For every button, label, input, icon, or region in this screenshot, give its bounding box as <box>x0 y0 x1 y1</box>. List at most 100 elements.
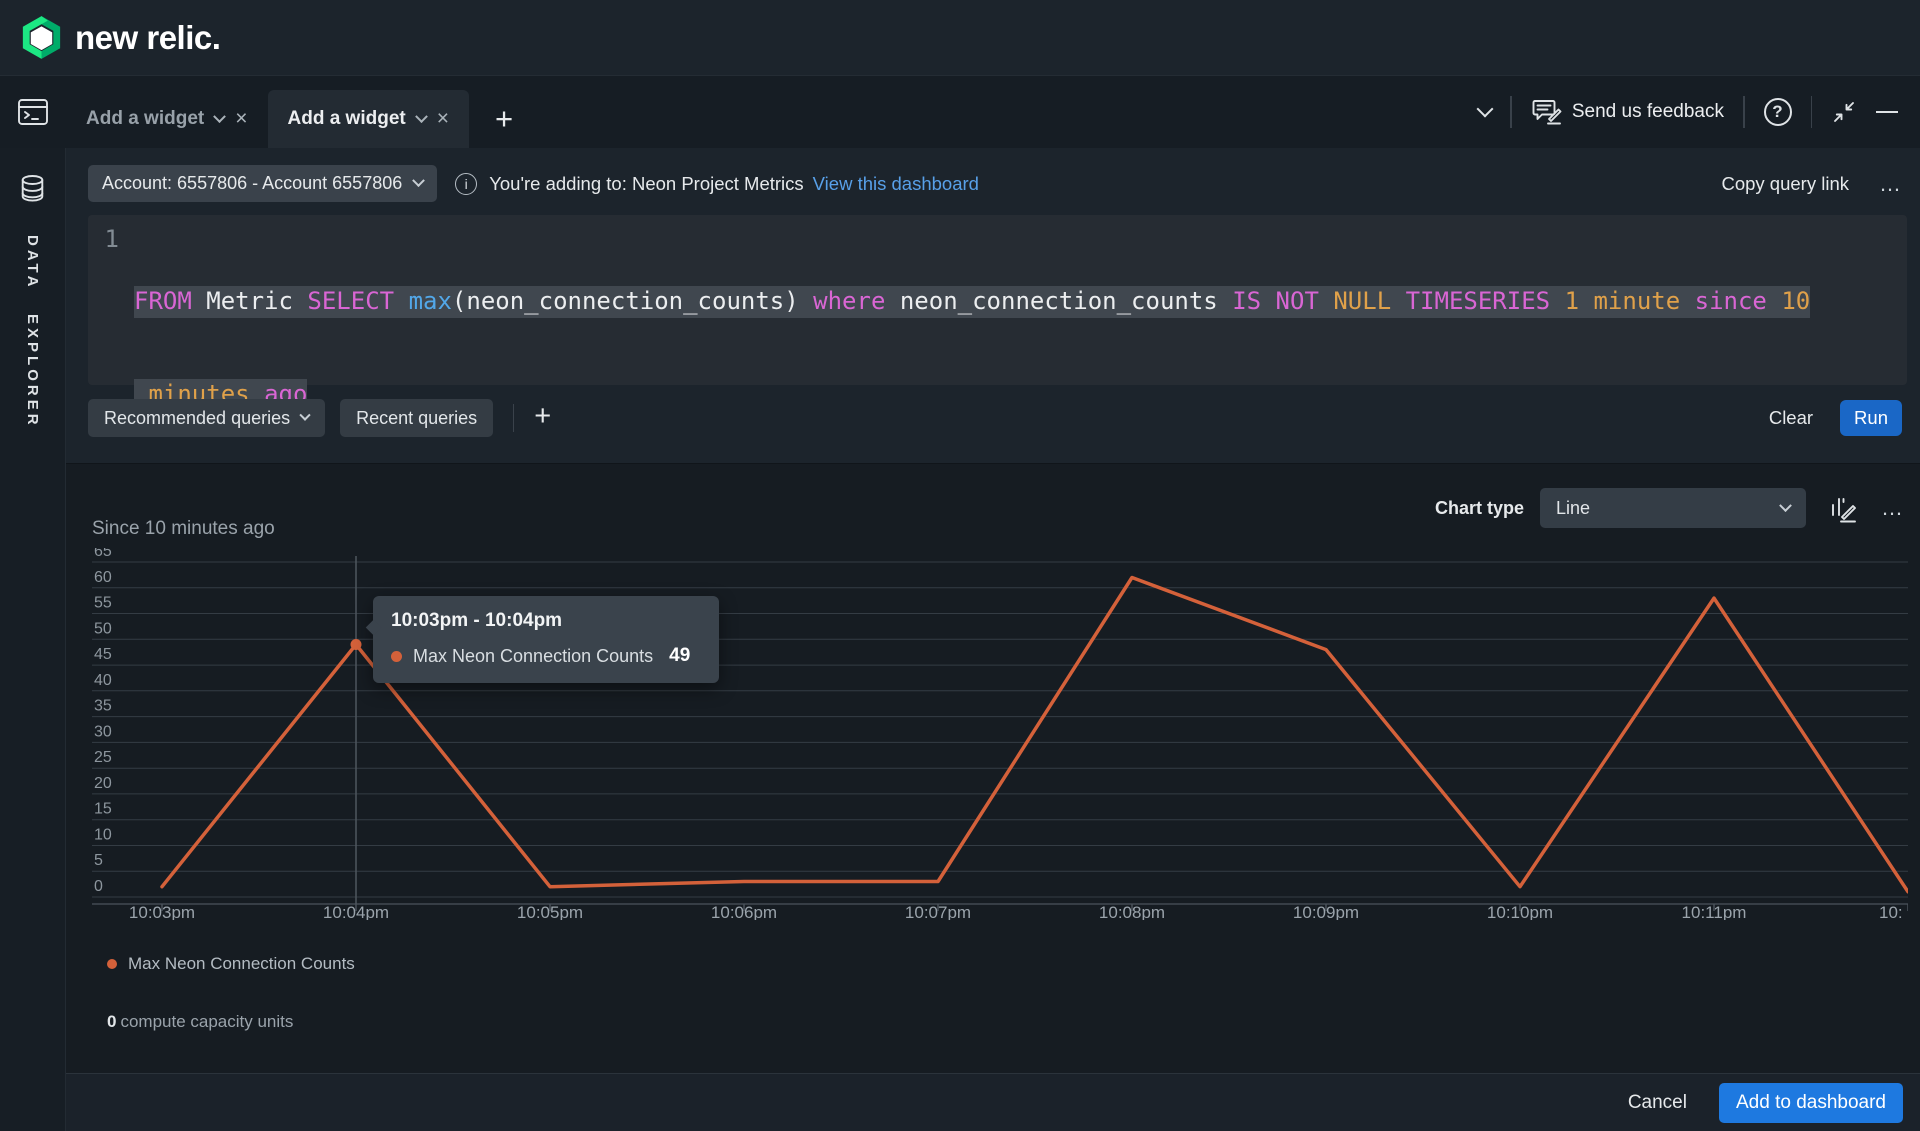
cancel-button[interactable]: Cancel <box>1628 1092 1687 1114</box>
new-relic-logo[interactable]: new relic. <box>21 15 220 60</box>
chevron-down-icon <box>299 410 310 421</box>
svg-text:10:05pm: 10:05pm <box>517 903 583 920</box>
chart-more-options-icon[interactable]: … <box>1881 503 1904 513</box>
clear-button[interactable]: Clear <box>1769 407 1813 429</box>
tab-bar: Add a widget × Add a widget × + Send us … <box>0 75 1920 148</box>
footer-bar: Cancel Add to dashboard <box>66 1073 1920 1131</box>
svg-text:10:11pm: 10:11pm <box>1682 903 1747 920</box>
copy-query-link-button[interactable]: Copy query link <box>1721 173 1849 195</box>
svg-text:15: 15 <box>94 801 112 818</box>
series-color-dot <box>391 651 402 662</box>
collapse-icon[interactable] <box>1831 99 1857 125</box>
line-chart[interactable]: 0510152025303540455055606510:03pm10:04pm… <box>92 548 1908 920</box>
run-button[interactable]: Run <box>1840 400 1902 436</box>
console-button[interactable] <box>0 75 66 148</box>
tooltip-title: 10:03pm - 10:04pm <box>391 610 701 632</box>
legend-label: Max Neon Connection Counts <box>128 954 355 974</box>
chart-panel: Since 10 minutes ago Chart type Line <box>66 463 1920 1073</box>
app-header: new relic. <box>0 0 1920 75</box>
chart-type-select[interactable]: Line <box>1540 488 1806 528</box>
capacity-note-text: compute capacity units <box>120 1012 293 1031</box>
new-tab-button[interactable]: + <box>469 90 539 148</box>
chevron-down-icon[interactable] <box>213 110 226 123</box>
sidebar-label: DATA EXPLORER <box>24 235 41 429</box>
svg-text:10:03pm: 10:03pm <box>129 903 195 920</box>
add-to-dashboard-button[interactable]: Add to dashboard <box>1719 1083 1903 1123</box>
chevron-down-icon <box>412 174 425 187</box>
question-icon: ? <box>1772 102 1782 122</box>
more-options-icon[interactable]: … <box>1879 179 1902 189</box>
svg-text:60: 60 <box>94 569 112 586</box>
svg-text:10:10pm: 10:10pm <box>1487 903 1553 920</box>
svg-text:45: 45 <box>94 646 112 663</box>
chart-legend[interactable]: Max Neon Connection Counts <box>107 954 1920 974</box>
chart-header: Since 10 minutes ago Chart type Line <box>92 488 1920 528</box>
query-line-1: FROM Metric SELECT max(neon_connection_c… <box>134 286 1810 318</box>
svg-text:10:06pm: 10:06pm <box>711 903 777 920</box>
capacity-note: 0compute capacity units <box>107 1012 1920 1032</box>
svg-text:10:04pm: 10:04pm <box>323 903 389 920</box>
legend-color-dot <box>107 959 117 969</box>
feedback-icon <box>1531 98 1562 125</box>
svg-text:10:09pm: 10:09pm <box>1293 903 1359 920</box>
logo-text: new relic. <box>75 19 220 57</box>
terminal-icon <box>16 97 50 127</box>
edit-chart-icon[interactable] <box>1828 494 1857 523</box>
divider <box>1743 96 1745 128</box>
chart-tooltip: 10:03pm - 10:04pm Max Neon Connection Co… <box>373 596 719 683</box>
tab-add-widget-1[interactable]: Add a widget × <box>66 90 268 148</box>
main-panel: Account: 6557806 - Account 6557806 i You… <box>66 148 1920 1131</box>
chart-title: Since 10 minutes ago <box>92 518 275 540</box>
help-button[interactable]: ? <box>1764 98 1792 126</box>
tab-bar-controls: Send us feedback ? <box>1479 75 1920 148</box>
chevron-down-icon[interactable] <box>415 110 428 123</box>
query-code: FROM Metric SELECT max(neon_connection_c… <box>134 224 1907 385</box>
data-explorer-sidebar: DATA EXPLORER <box>0 148 66 1131</box>
new-relic-logo-icon <box>21 15 62 60</box>
svg-text:30: 30 <box>94 723 112 740</box>
line-number: 1 <box>88 224 134 385</box>
chart-type-label: Chart type <box>1435 498 1524 519</box>
nrql-query-editor[interactable]: 1 FROM Metric SELECT max(neon_connection… <box>88 215 1907 385</box>
svg-text:0: 0 <box>94 878 103 895</box>
query-panel: Account: 6557806 - Account 6557806 i You… <box>66 148 1920 463</box>
info-icon: i <box>455 173 477 195</box>
svg-text:65: 65 <box>94 548 112 560</box>
tab-label: Add a widget <box>86 108 204 130</box>
account-selector[interactable]: Account: 6557806 - Account 6557806 <box>88 165 437 202</box>
capacity-note-value: 0 <box>107 1012 116 1031</box>
chart-area: 0510152025303540455055606510:03pm10:04pm… <box>92 548 1908 920</box>
tooltip-value: 49 <box>669 645 690 667</box>
close-icon[interactable]: × <box>437 107 449 131</box>
svg-text:20: 20 <box>94 775 112 792</box>
database-icon[interactable] <box>19 174 46 203</box>
recent-queries-button[interactable]: Recent queries <box>340 399 493 437</box>
svg-text:40: 40 <box>94 672 112 689</box>
app-window: new relic. Add a widget × Add a widget ×… <box>0 0 1920 1131</box>
minimize-icon[interactable] <box>1876 111 1898 113</box>
tab-add-widget-2[interactable]: Add a widget × <box>268 90 470 148</box>
body-row: DATA EXPLORER Account: 6557806 - Account… <box>0 148 1920 1131</box>
tab-label: Add a widget <box>288 108 406 130</box>
query-header-row: Account: 6557806 - Account 6557806 i You… <box>66 148 1920 202</box>
svg-text:50: 50 <box>94 620 112 637</box>
tooltip-series-row: Max Neon Connection Counts 49 <box>391 645 701 667</box>
divider <box>1811 96 1813 128</box>
chart-header-icons: … <box>1828 494 1904 523</box>
recommended-queries-button[interactable]: Recommended queries <box>88 399 325 437</box>
svg-text:10:07pm: 10:07pm <box>905 903 971 920</box>
divider <box>1510 96 1512 128</box>
chevron-down-icon[interactable] <box>1477 100 1494 117</box>
send-feedback-button[interactable]: Send us feedback <box>1531 98 1724 125</box>
recommended-queries-label: Recommended queries <box>104 408 290 429</box>
close-icon[interactable]: × <box>235 107 247 131</box>
svg-text:35: 35 <box>94 698 112 715</box>
svg-text:10: 10 <box>94 827 112 844</box>
add-query-button[interactable]: + <box>534 400 551 433</box>
svg-text:10:: 10: <box>1879 903 1903 920</box>
svg-text:25: 25 <box>94 749 112 766</box>
chart-type-value: Line <box>1556 498 1590 519</box>
recent-queries-label: Recent queries <box>356 408 477 429</box>
feedback-label: Send us feedback <box>1572 101 1724 123</box>
view-dashboard-link[interactable]: View this dashboard <box>813 173 979 195</box>
